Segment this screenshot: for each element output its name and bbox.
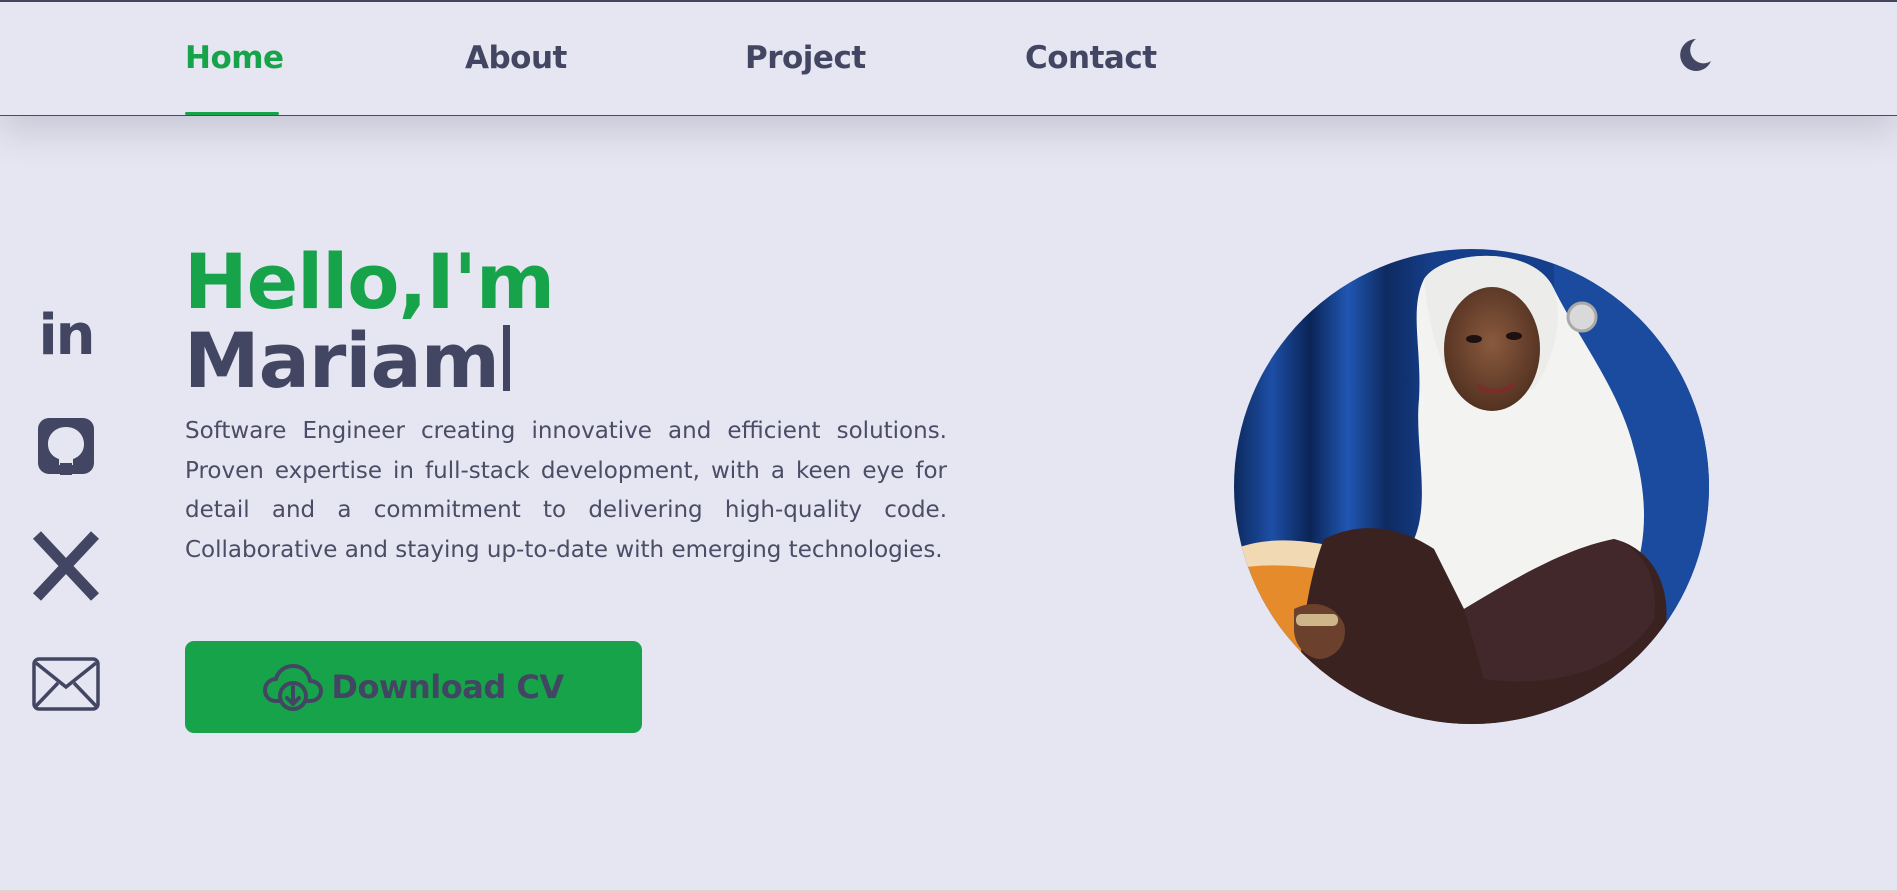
hero-greeting: Hello,I'm [184, 237, 555, 326]
moon-icon [1680, 39, 1711, 71]
email-link[interactable] [30, 648, 102, 720]
github-link[interactable] [30, 410, 102, 482]
active-nav-indicator [185, 112, 279, 115]
download-cv-button[interactable]: Download CV [185, 641, 642, 733]
nav-home[interactable]: Home [185, 40, 284, 76]
download-cv-label: Download CV [331, 668, 564, 706]
profile-photo [1234, 249, 1709, 724]
x-twitter-link[interactable] [30, 530, 102, 602]
hero-name: Mariam [184, 316, 500, 405]
page: Home About Project Contact in Hello,I'm … [0, 0, 1897, 892]
nav-contact[interactable]: Contact [1025, 40, 1157, 76]
hero-name-line: Mariam [184, 321, 510, 401]
linkedin-link[interactable]: in [30, 296, 102, 368]
nav-about[interactable]: About [465, 40, 567, 76]
mail-icon [32, 657, 100, 711]
hero-bio: Software Engineer creating innovative an… [185, 418, 947, 563]
nav-project[interactable]: Project [745, 40, 866, 76]
linkedin-icon: in [38, 303, 95, 362]
theme-toggle-button[interactable] [1674, 35, 1714, 75]
x-icon [32, 531, 100, 601]
typing-cursor [502, 325, 510, 391]
svg-text:in: in [38, 303, 93, 362]
github-icon [38, 418, 94, 475]
navbar: Home About Project Contact [0, 2, 1897, 116]
cloud-download-icon [263, 664, 324, 711]
